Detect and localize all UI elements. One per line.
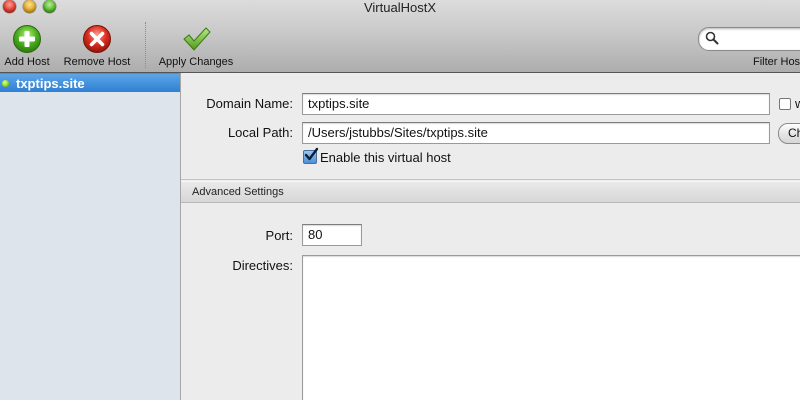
local-path-label: Local Path: [227,125,293,140]
directives-label: Directives: [232,258,293,273]
x-circle-icon [83,25,111,53]
remove-host-button[interactable]: Remove Host [62,24,132,68]
plus-circle-icon [13,25,41,53]
directives-textarea[interactable] [302,255,800,400]
host-list-sidebar: txptips.site [0,73,181,400]
toolbar-separator [145,22,146,68]
domain-name-label: Domain Name: [206,96,293,111]
enable-host-label: Enable this virtual host [320,150,451,165]
apply-changes-label: Apply Changes [158,56,234,68]
port-field[interactable]: 80 [302,224,362,246]
sidebar-item-label: txptips.site [16,76,85,91]
apply-changes-button[interactable]: Apply Changes [156,24,236,68]
sidebar-item-txptips-site[interactable]: txptips.site [0,73,180,92]
host-detail-panel: Domain Name: txptips.site w Local Path: … [181,73,800,400]
magnifier-icon [705,31,719,45]
status-dot-icon [2,80,9,87]
remove-host-label: Remove Host [63,56,131,68]
filter-hosts-search-field[interactable] [698,27,800,51]
section-divider [181,179,800,180]
advanced-settings-header: Advanced Settings [181,181,800,203]
check-icon [304,147,319,161]
extra-option-label: w [795,96,800,111]
toolbar: VirtualHostX Add Host Remove Host Apply … [0,0,800,73]
app-window: VirtualHostX Add Host Remove Host Apply … [0,0,800,400]
window-title: VirtualHostX [363,0,436,15]
add-host-button[interactable]: Add Host [2,24,52,68]
local-path-field[interactable]: /Users/jstubbs/Sites/txptips.site [302,122,770,144]
add-host-label: Add Host [4,56,50,68]
enable-host-checkbox[interactable] [303,147,319,164]
checkmark-icon [183,27,211,51]
domain-name-field[interactable]: txptips.site [302,93,770,115]
extra-option-checkbox[interactable] [779,98,791,110]
filter-hosts-label: Filter Hos [753,56,800,68]
port-label: Port: [265,228,293,243]
choose-path-button[interactable]: Ch [778,123,800,144]
